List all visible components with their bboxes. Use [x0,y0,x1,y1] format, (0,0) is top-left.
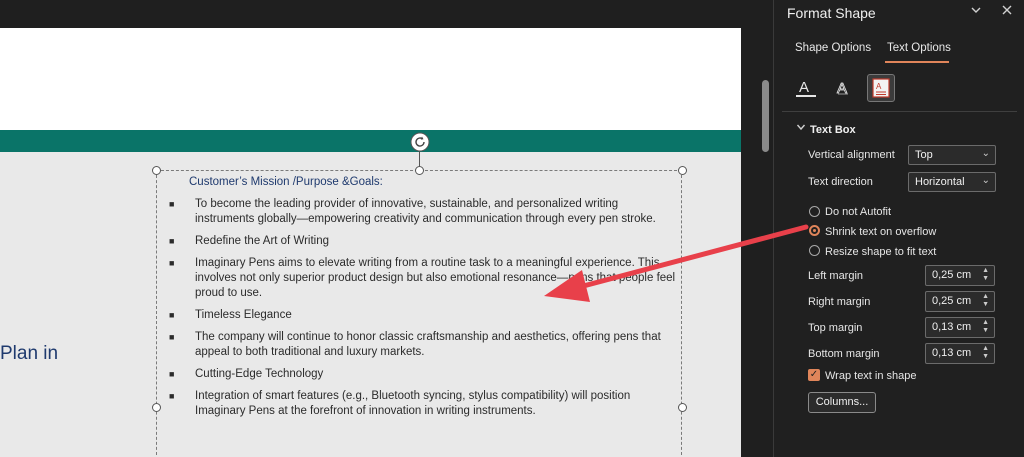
list-item-text: Redefine the Art of Writing [195,235,330,247]
spinner-arrows-icon[interactable]: ▲ ▼ [982,293,989,309]
radio-label-resize-shape[interactable]: Resize shape to fit text [825,246,936,258]
resize-handle-top-left[interactable] [152,166,161,175]
bottom-margin-value: 0,13 cm [932,347,972,359]
resize-handle-top-right[interactable] [678,166,687,175]
scrollbar-thumb[interactable] [762,80,769,152]
app-window: Plan in Customer’s Mission /Purpose &Goa… [0,0,1024,457]
chevron-down-icon[interactable] [970,4,982,19]
text-direction-dropdown[interactable]: Horizontal ⌄ [908,172,996,192]
wrap-text-label[interactable]: Wrap text in shape [825,370,917,382]
list-item-text: Timeless Elegance [195,309,292,321]
wrap-text-checkbox[interactable]: ✓ [808,369,820,381]
bottom-margin-label: Bottom margin [808,348,880,360]
spinner-arrows-icon[interactable]: ▲ ▼ [982,319,989,335]
radio-resize-shape-to-fit[interactable] [809,245,820,256]
bullet-marker: ■ [169,310,175,320]
vertical-alignment-dropdown[interactable]: Top ⌄ [908,145,996,165]
vertical-alignment-value: Top [915,149,933,161]
list-item[interactable]: ■ Timeless Elegance [167,308,677,323]
bullet-marker: ■ [169,236,175,246]
list-item[interactable]: ■ Redefine the Art of Writing [167,234,677,249]
radio-label-do-not-autofit[interactable]: Do not Autofit [825,206,891,218]
text-box-title[interactable]: Customer’s Mission /Purpose &Goals: [189,176,383,188]
columns-button[interactable]: Columns... [808,392,876,413]
rotate-handle-icon[interactable] [409,131,431,153]
list-item[interactable]: ■ The company will continue to honor clas… [167,330,677,360]
svg-text:A: A [876,82,882,91]
textbox-layout-icon[interactable]: A [867,74,895,102]
text-effects-icon[interactable]: A [829,74,857,102]
vertical-scrollbar[interactable] [757,0,773,457]
slide-header-area [0,28,741,130]
editor-canvas: Plan in Customer’s Mission /Purpose &Goa… [0,0,773,457]
list-item-text: Integration of smart features (e.g., Blu… [195,390,631,417]
tab-text-options[interactable]: Text Options [887,42,951,54]
pane-title: Format Shape [787,5,876,21]
list-item-text: To become the leading provider of innova… [195,198,656,225]
list-item[interactable]: ■ Cutting-Edge Technology [167,367,677,382]
svg-text:A: A [799,79,809,96]
radio-shrink-text-on-overflow[interactable] [809,225,820,236]
list-item[interactable]: ■ To become the leading provider of innov… [167,197,677,227]
bullet-marker: ■ [169,258,175,268]
top-margin-input[interactable]: 0,13 cm ▲ ▼ [925,317,995,338]
left-margin-input[interactable]: 0,25 cm ▲ ▼ [925,265,995,286]
section-text-box[interactable]: Text Box [810,124,856,136]
close-icon[interactable] [1001,3,1013,20]
resize-handle-left[interactable] [152,403,161,412]
chevron-down-icon: ⌄ [981,175,990,186]
bullet-marker: ■ [169,332,175,342]
bullet-marker: ■ [169,369,175,379]
text-direction-label: Text direction [808,176,873,188]
top-margin-label: Top margin [808,322,863,334]
active-tab-indicator [885,61,949,63]
vertical-alignment-label: Vertical alignment [808,149,895,161]
bullet-marker: ■ [169,199,175,209]
slide-left-heading[interactable]: Plan in [0,343,58,365]
bottom-margin-input[interactable]: 0,13 cm ▲ ▼ [925,343,995,364]
spinner-arrows-icon[interactable]: ▲ ▼ [982,267,989,283]
radio-label-shrink-text[interactable]: Shrink text on overflow [825,226,936,238]
chevron-down-icon: ⌄ [981,148,990,159]
section-collapse-icon[interactable] [796,122,806,135]
text-box[interactable]: Customer’s Mission /Purpose &Goals: ■ To … [152,166,687,457]
resize-handle-top[interactable] [415,166,424,175]
teal-banner [0,130,741,152]
text-direction-value: Horizontal [915,176,965,188]
list-item[interactable]: ■ Integration of smart features (e.g., Bl… [167,389,677,419]
right-margin-value: 0,25 cm [932,295,972,307]
top-margin-value: 0,13 cm [932,321,972,333]
left-margin-label: Left margin [808,270,864,282]
text-fill-outline-icon[interactable]: A [792,74,820,102]
list-item-text: Imaginary Pens aims to elevate writing f… [195,257,676,299]
list-item[interactable]: ■ Imaginary Pens aims to elevate writing … [167,256,677,301]
bullet-marker: ■ [169,391,175,401]
radio-do-not-autofit[interactable] [809,206,820,217]
tab-shape-options[interactable]: Shape Options [795,42,871,54]
pane-divider [782,111,1017,112]
right-margin-label: Right margin [808,296,871,308]
spinner-arrows-icon[interactable]: ▲ ▼ [982,345,989,361]
list-item-text: Cutting-Edge Technology [195,368,324,380]
format-shape-pane: Format Shape Shape Options Text Options … [773,0,1024,457]
bullet-list: ■ To become the leading provider of innov… [167,197,677,426]
list-item-text: The company will continue to honor class… [195,331,661,358]
right-margin-input[interactable]: 0,25 cm ▲ ▼ [925,291,995,312]
resize-handle-right[interactable] [678,403,687,412]
left-margin-value: 0,25 cm [932,269,972,281]
